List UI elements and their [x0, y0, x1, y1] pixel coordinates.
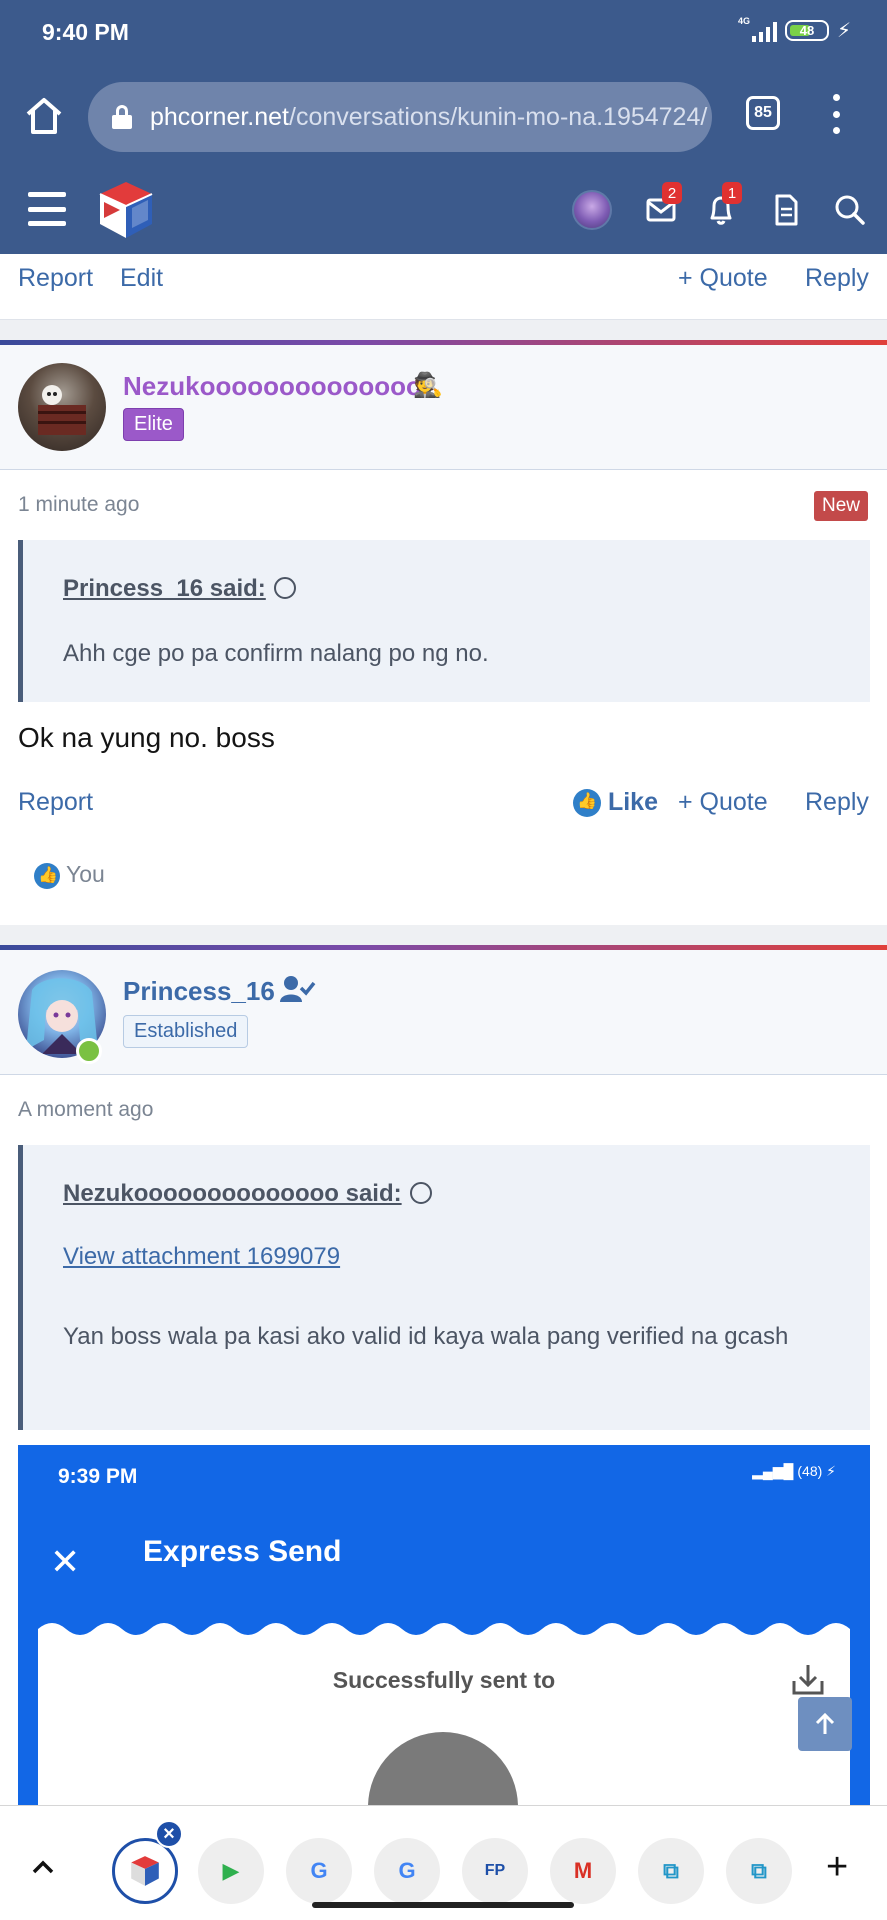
quote-text: Yan boss wala pa kasi ako valid id kaya … [63, 1323, 789, 1350]
incognito-icon: 🕵 [413, 372, 443, 399]
post-time[interactable]: A moment ago [18, 1098, 153, 1122]
status-icons: 4G 48 ⚡ [738, 16, 851, 43]
user-avatar[interactable] [572, 190, 612, 230]
reactions-bar[interactable]: You [34, 861, 105, 889]
quote-author-link[interactable]: Nezukoooooooooooooo said: [63, 1180, 432, 1208]
browser-toolbar: phcorner.net/conversations/kunin-mo-na.1… [0, 66, 887, 166]
post-user-header: Nezukoooooooooooooo 🕵 Elite [0, 345, 887, 470]
charging-icon: ⚡ [836, 20, 851, 42]
site-logo[interactable] [94, 178, 158, 242]
avatar[interactable] [18, 363, 106, 451]
previous-post-actions: Report Edit + Quote Reply [0, 254, 887, 320]
google-bubble-2[interactable]: G [374, 1838, 440, 1904]
url-path: /conversations/kunin-mo-na.1954724/ [289, 102, 708, 131]
attachment-link[interactable]: View attachment 1699079 [63, 1236, 340, 1277]
report-link[interactable]: Report [18, 264, 93, 293]
close-icon: ✕ [50, 1541, 81, 1582]
fp-bubble[interactable]: FP [462, 1838, 528, 1904]
message-text: Ok na yung no. boss [18, 722, 275, 753]
post-time[interactable]: 1 minute ago [18, 493, 139, 517]
post-username[interactable]: Princess_16 [123, 976, 275, 1007]
inbox-icon[interactable]: 2 [642, 182, 682, 230]
home-icon[interactable] [22, 94, 66, 138]
post-separator [0, 320, 887, 340]
close-bubble-icon[interactable]: × [155, 1820, 183, 1848]
jump-to-quote-icon[interactable] [409, 1181, 432, 1204]
tab-switcher-button[interactable]: 85 [746, 96, 780, 130]
reactions-label: You [65, 861, 105, 887]
quote-text: Ahh cge po pa confirm nalang po ng no. [63, 640, 489, 667]
quote-link[interactable]: + Quote [678, 788, 768, 817]
attachment-status-icons: ▂▄▆█ (48) ⚡ [752, 1463, 836, 1479]
url-text: phcorner.net/conversations/kunin-mo-na.1… [150, 103, 707, 132]
sent-label: Successfully sent to [332, 1667, 556, 1693]
signal-icon: 4G [738, 16, 777, 42]
status-time: 9:40 PM [42, 19, 129, 45]
google-bubble-1[interactable]: G [286, 1838, 352, 1904]
bell-icon[interactable]: 1 [702, 182, 742, 230]
quote-author: Princess_16 said: [63, 575, 266, 602]
edit-link[interactable]: Edit [120, 264, 163, 293]
arrow-up-icon [815, 1712, 835, 1734]
scroll-to-top-button[interactable] [798, 1697, 852, 1751]
search-icon[interactable] [830, 190, 870, 230]
attachment-battery: 48 [802, 1463, 818, 1479]
post-username[interactable]: Nezukoooooooooooooo [123, 371, 422, 402]
user-title-badge: Elite [123, 408, 184, 441]
lock-icon [112, 105, 132, 129]
url-host: phcorner.net [150, 102, 289, 131]
quote-block: Nezukoooooooooooooo said: View attachmen… [18, 1145, 870, 1430]
gmail-bubble[interactable]: M [550, 1838, 616, 1904]
menu-icon[interactable] [28, 192, 66, 226]
reply-link[interactable]: Reply [805, 788, 869, 817]
tab-count: 85 [754, 104, 772, 121]
attachment-image[interactable]: 9:39 PM ▂▄▆█ (48) ⚡ ✕ Express Send Succe… [18, 1445, 870, 1805]
gesture-home-bar[interactable] [312, 1902, 574, 1908]
quote-author: Nezukoooooooooooooo said: [63, 1180, 402, 1207]
quote-link[interactable]: + Quote [678, 264, 768, 293]
like-label: Like [607, 788, 658, 816]
post-user-header: Princess_16 Established [0, 950, 887, 1075]
play-store-bubble[interactable]: ▶ [198, 1838, 264, 1904]
chevron-up-icon[interactable] [28, 1852, 58, 1887]
user-title-badge: Established [123, 1015, 249, 1048]
status-bar: 9:40 PM 4G 48 ⚡ [0, 0, 887, 66]
quote-block: Princess_16 said: Ahh cge po pa confirm … [18, 540, 870, 702]
attachment-time: 9:39 PM [58, 1465, 138, 1488]
alerts-badge: 1 [722, 182, 742, 204]
jump-to-quote-icon[interactable] [273, 576, 296, 599]
reply-link[interactable]: Reply [805, 264, 869, 293]
online-status-icon [76, 1038, 102, 1064]
app-bubble-2[interactable]: ⧉ [726, 1838, 792, 1904]
message-post: Nezukoooooooooooooo 🕵 Elite 1 minute ago… [0, 345, 887, 925]
app-bubble-1[interactable]: ⧉ [638, 1838, 704, 1904]
new-badge: New [814, 491, 869, 521]
more-options-icon[interactable] [826, 94, 846, 134]
report-link[interactable]: Report [18, 788, 93, 817]
quote-author-link[interactable]: Princess_16 said: [63, 575, 296, 603]
url-field[interactable]: phcorner.net/conversations/kunin-mo-na.1… [88, 82, 712, 152]
verified-user-icon [280, 974, 316, 1009]
document-icon[interactable] [766, 190, 806, 230]
battery-icon: 48 [784, 20, 829, 41]
inbox-badge: 2 [662, 182, 682, 204]
network-type: 4G [737, 15, 750, 26]
attachment-title: Express Send [143, 1535, 342, 1568]
like-reaction-icon [34, 862, 60, 889]
add-bubble-icon[interactable]: + [826, 1848, 848, 1886]
download-icon [788, 1659, 828, 1699]
post-separator [0, 925, 887, 945]
battery-level: 48 [799, 23, 815, 38]
site-header: 2 1 [0, 166, 887, 254]
like-icon [573, 789, 601, 818]
like-button[interactable]: Like [573, 788, 658, 818]
